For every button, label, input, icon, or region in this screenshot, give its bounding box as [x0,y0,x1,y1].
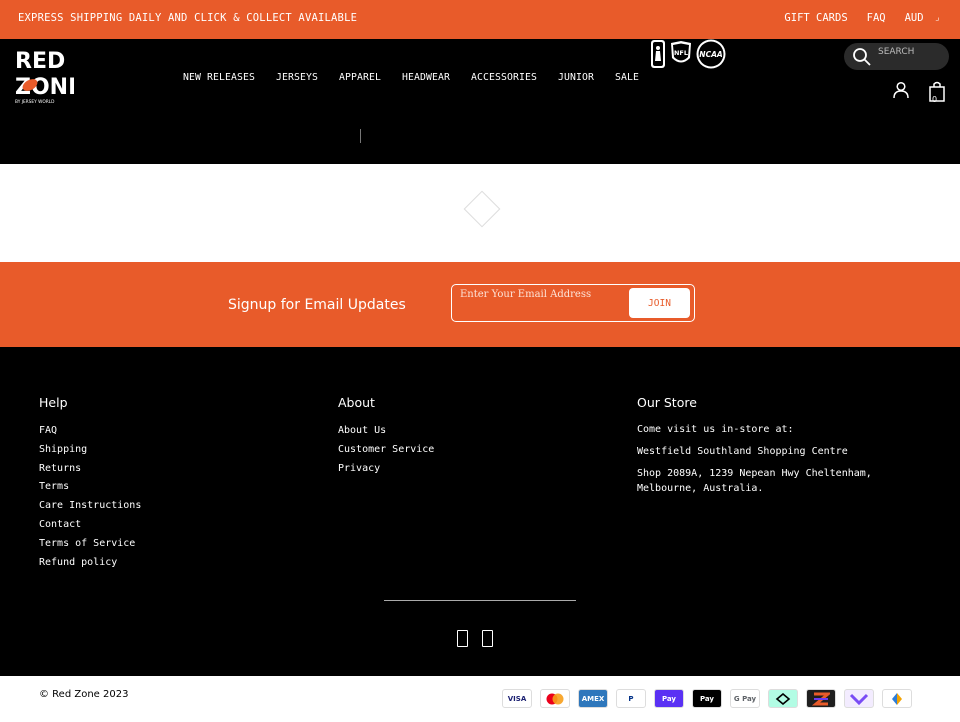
red-zone-logo[interactable]: RED ZONE BY JERSEY WORLD [14,44,74,106]
ncaa-text: NCAA [699,50,723,59]
search-box[interactable]: SEARCH [844,43,949,70]
account-icon[interactable] [892,81,910,99]
store-intro: Come visit us in-store at: [637,424,794,435]
afterpay-icon [768,689,798,708]
gift-cards-link[interactable]: GIFT CARDS [784,12,847,24]
footer-about-title: About [338,395,375,410]
cart-count: 0 [932,95,938,104]
instagram-icon[interactable] [482,630,493,647]
nav-item-accessories[interactable]: ACCESSORIES [471,72,537,83]
nav-item-jerseys[interactable]: JERSEYS [276,72,318,83]
store-name: Westfield Southland Shopping Centre [637,446,848,457]
footer-link-returns[interactable]: Returns [39,460,141,479]
footer-store-title: Our Store [637,395,697,410]
footer-divider [384,600,576,601]
copyright: © Red Zone 2023 [39,689,129,700]
main-nav: NEW RELEASES JERSEYS APPAREL HEADWEAR AC… [183,72,660,83]
site-footer: Help FAQ Shipping Returns Terms Care Ins… [0,347,960,676]
nav-item-new-releases[interactable]: NEW RELEASES [183,72,255,83]
zip-icon [806,689,836,708]
newsletter-form: JOIN [451,284,695,322]
humm-icon [882,689,912,708]
footer-help: Help FAQ Shipping Returns Terms Care Ins… [39,395,141,572]
footer-link-shipping[interactable]: Shipping [39,441,141,460]
laybuy-icon [844,689,874,708]
logo-line1: RED [15,49,65,74]
nba-logo-icon[interactable] [650,39,666,69]
league-logos: NFL NCAA [650,39,726,69]
join-button[interactable]: JOIN [629,288,690,318]
nav-item-sale[interactable]: SALE [615,72,639,83]
ncaa-logo-icon[interactable]: NCAA [696,39,726,69]
social-links [457,630,493,647]
footer-link-contact[interactable]: Contact [39,516,141,535]
utility-links: GIFT CARDS FAQ AUD ⌟ [784,12,940,24]
announcement-bar: EXPRESS SHIPPING DAILY AND CLICK & COLLE… [0,0,960,39]
paypal-icon: P [616,689,646,708]
search-icon[interactable] [852,47,872,67]
nav-item-headwear[interactable]: HEADWEAR [402,72,450,83]
header-divider [360,129,361,143]
bottom-bar: © Red Zone 2023 VISA AMEX P Pay Pay G Pay [0,676,960,722]
footer-link-privacy[interactable]: Privacy [338,460,434,479]
footer-link-tos[interactable]: Terms of Service [39,535,141,554]
nfl-text: NFL [674,49,688,57]
payment-methods: VISA AMEX P Pay Pay G Pay [502,689,912,708]
footer-link-refund[interactable]: Refund policy [39,554,141,573]
loading-spinner-icon [463,190,501,228]
footer-link-care[interactable]: Care Instructions [39,497,141,516]
nav-item-apparel[interactable]: APPAREL [339,72,381,83]
facebook-icon[interactable] [457,630,468,647]
footer-link-terms[interactable]: Terms [39,478,141,497]
promo-text: EXPRESS SHIPPING DAILY AND CLICK & COLLE… [18,12,358,24]
footer-about: About About Us Customer Service Privacy [338,395,434,478]
cart-button[interactable]: 0 [928,81,946,107]
footer-store: Our Store Come visit us in-store at: Wes… [637,395,907,503]
footer-link-customer-service[interactable]: Customer Service [338,441,434,460]
footer-help-title: Help [39,395,68,410]
newsletter-section: Signup for Email Updates JOIN [0,262,960,347]
email-input[interactable] [460,287,620,301]
shop-pay-icon: Pay [654,689,684,708]
newsletter-title: Signup for Email Updates [228,297,406,313]
search-placeholder[interactable]: SEARCH [878,47,914,57]
footer-link-about-us[interactable]: About Us [338,422,434,441]
nfl-logo-icon[interactable]: NFL [670,40,692,68]
apple-pay-icon: Pay [692,689,722,708]
faq-link[interactable]: FAQ [867,12,886,24]
footer-link-faq[interactable]: FAQ [39,422,141,441]
google-pay-icon: G Pay [730,689,760,708]
chevron-down-icon[interactable]: ⌟ [935,13,940,23]
nav-item-junior[interactable]: JUNIOR [558,72,594,83]
logo-tagline: BY JERSEY WORLD [15,99,55,105]
currency-selector[interactable]: AUD [905,12,924,24]
visa-icon: VISA [502,689,532,708]
amex-icon: AMEX [578,689,608,708]
site-header: RED ZONE BY JERSEY WORLD NEW RELEASES JE… [0,39,960,164]
store-address: Shop 2089A, 1239 Nepean Hwy Cheltenham, … [637,468,872,494]
mastercard-icon [540,689,570,708]
